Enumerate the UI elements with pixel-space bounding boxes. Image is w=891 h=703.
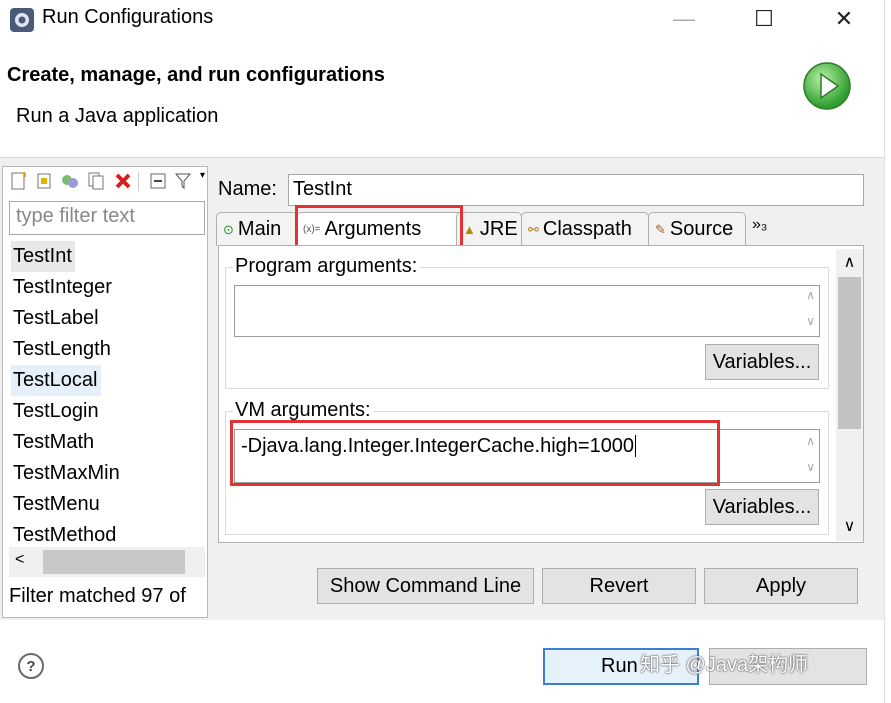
new-config-icon[interactable] <box>9 171 29 191</box>
horizontal-scrollbar[interactable]: < <box>9 547 205 577</box>
list-item[interactable]: TestMaxMin <box>11 458 207 489</box>
textarea-scroll-down-icon[interactable]: ∨ <box>806 314 815 328</box>
scrollbar-thumb[interactable] <box>838 277 861 429</box>
list-item[interactable]: TestInteger <box>11 272 207 303</box>
tab-classpath[interactable]: ⚯ Classpath <box>521 212 649 246</box>
list-item[interactable]: TestLogin <box>11 396 207 427</box>
highlight-box <box>230 420 720 486</box>
list-item[interactable]: TestInt <box>11 241 207 272</box>
show-command-line-button[interactable]: Show Command Line <box>317 568 534 604</box>
eclipse-app-icon <box>10 8 34 32</box>
source-tab-icon: ✎ <box>655 221 666 237</box>
textarea-scroll-down-icon[interactable]: ∨ <box>806 460 815 474</box>
configuration-tree-panel: type filter text TestInt TestInteger Tes… <box>2 166 208 618</box>
filter-icon[interactable] <box>173 171 193 191</box>
jre-tab-icon: ▲ <box>463 222 476 237</box>
tab-jre[interactable]: ▲ JRE <box>456 212 522 246</box>
scroll-down-icon[interactable]: ∨ <box>836 513 863 539</box>
revert-button[interactable]: Revert <box>542 568 696 604</box>
collapse-all-icon[interactable] <box>148 171 168 191</box>
vertical-scrollbar[interactable]: ∧ ∨ <box>836 249 863 541</box>
list-item[interactable]: TestLocal <box>11 365 207 396</box>
tab-source[interactable]: ✎ Source <box>648 212 746 246</box>
textarea-scroll-up-icon[interactable]: ∧ <box>806 434 815 448</box>
program-arguments-label: Program arguments: <box>233 255 420 278</box>
delete-icon[interactable] <box>113 171 133 191</box>
dialog-header: Create, manage, and run configurations R… <box>0 38 884 158</box>
filter-input[interactable]: type filter text <box>9 201 205 235</box>
list-item[interactable]: TestLength <box>11 334 207 365</box>
window-edge <box>884 0 891 703</box>
tab-overflow-button[interactable]: »₃ <box>752 216 767 234</box>
export-icon[interactable] <box>60 171 80 191</box>
list-item[interactable]: TestMath <box>11 427 207 458</box>
apply-button[interactable]: Apply <box>704 568 858 604</box>
program-arguments-textarea[interactable]: ∧ ∨ <box>234 285 820 337</box>
help-icon[interactable]: ? <box>18 653 44 679</box>
tab-main[interactable]: ⊙ Main <box>216 212 298 246</box>
name-label: Name: <box>218 178 277 200</box>
scroll-left-icon[interactable]: < <box>15 551 24 569</box>
classpath-tab-icon: ⚯ <box>528 221 539 237</box>
minimize-button[interactable]: — <box>664 4 704 34</box>
maximize-button[interactable]: ☐ <box>744 4 784 34</box>
list-item[interactable]: TestLabel <box>11 303 207 334</box>
configuration-list: TestInt TestInteger TestLabel TestLength… <box>11 241 207 551</box>
header-subtitle: Run a Java application <box>16 105 219 127</box>
list-item[interactable]: TestMenu <box>11 489 207 520</box>
vm-variables-button[interactable]: Variables... <box>705 489 819 525</box>
main-tab-icon: ⊙ <box>223 221 234 237</box>
filter-status: Filter matched 97 of <box>9 585 186 607</box>
view-menu-icon[interactable]: ▾ <box>200 170 205 181</box>
header-title: Create, manage, and run configurations <box>7 64 385 86</box>
watermark: 知乎 @Java架构师 <box>640 654 809 676</box>
run-play-icon <box>803 62 851 110</box>
duplicate-icon[interactable] <box>86 171 106 191</box>
title-bar: Run Configurations — ☐ ✕ <box>0 0 891 38</box>
toolbar-divider <box>138 171 139 191</box>
vm-arguments-label: VM arguments: <box>233 399 373 422</box>
window-title: Run Configurations <box>42 6 214 28</box>
scrollbar-thumb[interactable] <box>43 550 185 574</box>
close-button[interactable]: ✕ <box>824 4 864 34</box>
textarea-scroll-up-icon[interactable]: ∧ <box>806 288 815 302</box>
scroll-up-icon[interactable]: ∧ <box>836 249 863 275</box>
name-field[interactable]: TestInt <box>288 174 864 206</box>
arguments-panel: Program arguments: ∧ ∨ Variables... VM a… <box>218 245 864 543</box>
new-prototype-icon[interactable] <box>35 171 55 191</box>
program-variables-button[interactable]: Variables... <box>705 344 819 380</box>
